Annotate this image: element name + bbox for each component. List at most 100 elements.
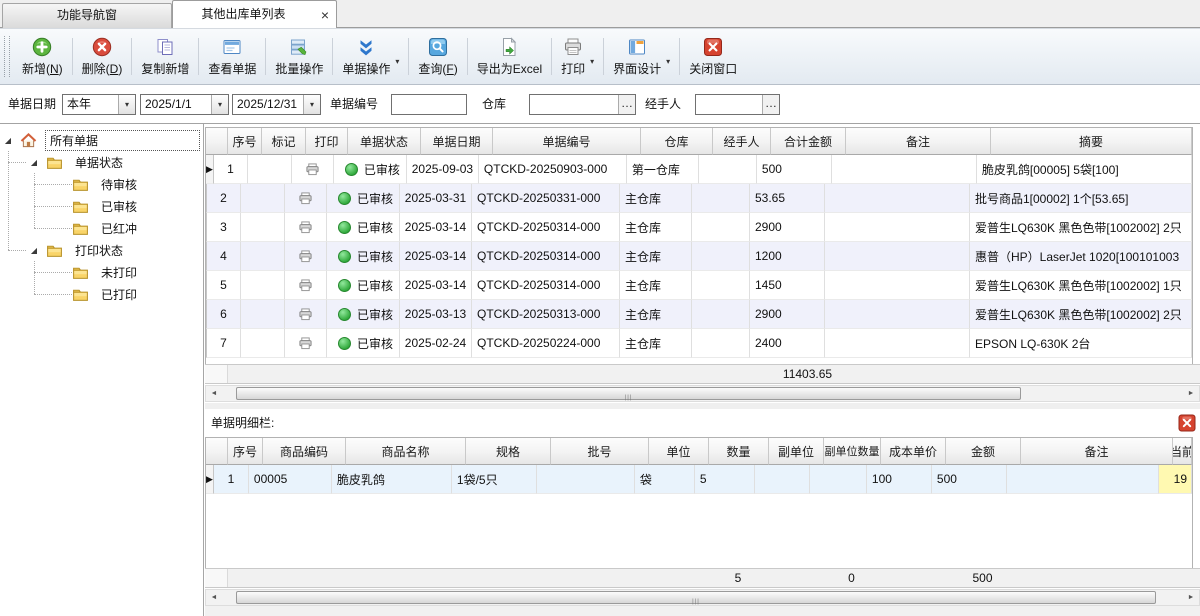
cell-product-name[interactable]: 脆皮乳鸽 [332, 465, 452, 494]
doc-no-input[interactable] [392, 95, 466, 114]
scroll-right-arrow-icon[interactable]: ► [1183, 590, 1199, 605]
col-product-code[interactable]: 商品编码 [263, 438, 346, 465]
col-doc-no[interactable]: 单据编号 [493, 128, 641, 155]
cell-remark[interactable] [1007, 465, 1159, 494]
cell-handler[interactable] [692, 213, 750, 242]
ellipsis-picker-button[interactable]: … [762, 95, 779, 114]
cell-amount[interactable]: 2900 [750, 213, 825, 242]
chevron-down-icon[interactable]: ▾ [590, 57, 594, 66]
close-icon[interactable]: × [321, 8, 329, 22]
cell-remark[interactable] [825, 184, 970, 213]
tree-node-label[interactable]: 已打印 [97, 285, 141, 304]
scrollbar-thumb[interactable]: ||| [236, 591, 1156, 604]
cell-status[interactable]: 已审核 [334, 155, 407, 184]
cell-status[interactable]: 已审核 [327, 329, 400, 358]
cell-amount[interactable]: 500 [757, 155, 832, 184]
col-total-amount[interactable]: 合计金额 [771, 128, 846, 155]
cell-doc-no[interactable]: QTCKD-20250314-000 [472, 242, 620, 271]
cell-seq[interactable]: 7 [207, 329, 241, 358]
cell-summary[interactable]: 脆皮乳鸽[00005] 5袋[100] [977, 155, 1192, 184]
delete-button[interactable]: 删除(D) [74, 32, 131, 81]
cell-warehouse[interactable]: 主仓库 [620, 271, 692, 300]
cell-seq[interactable]: 4 [207, 242, 241, 271]
toolbar-grip-handle[interactable] [4, 36, 10, 77]
cell-summary[interactable]: 爱普生LQ630K 黑色色带[1002002] 1只 [970, 271, 1192, 300]
cell-summary[interactable]: EPSON LQ-630K 2台 [970, 329, 1192, 358]
cell-handler[interactable] [699, 155, 757, 184]
cell-doc-no[interactable]: QTCKD-20250314-000 [472, 271, 620, 300]
col-unit[interactable]: 单位 [649, 438, 709, 465]
cell-seq[interactable]: 1 [214, 465, 249, 494]
scrollbar-thumb[interactable]: ||| [236, 387, 1021, 400]
cell-handler[interactable] [692, 300, 750, 329]
cell-doc-no[interactable]: QTCKD-20250314-000 [472, 213, 620, 242]
export-excel-button[interactable]: 导出为Excel [469, 32, 550, 81]
col-qty[interactable]: 数量 [709, 438, 769, 465]
table-row[interactable]: 3 已审核 2025-03-14 QTCKD-20250314-000 主仓库 … [206, 213, 1192, 242]
cell-handler[interactable] [692, 271, 750, 300]
new-button[interactable]: 新增(N) [14, 32, 71, 81]
cell-remark[interactable] [825, 329, 970, 358]
detail-hscrollbar[interactable]: ◄ ||| ► [205, 589, 1200, 606]
cell-doc-no[interactable]: QTCKD-20250331-000 [472, 184, 620, 213]
ellipsis-picker-button[interactable]: … [618, 95, 635, 114]
close-detail-icon[interactable] [1178, 414, 1196, 432]
cell-qty[interactable]: 5 [695, 465, 755, 494]
chevron-down-icon[interactable]: ▾ [395, 57, 399, 66]
scroll-left-arrow-icon[interactable]: ◄ [206, 386, 222, 401]
cell-date[interactable]: 2025-03-14 [400, 213, 472, 242]
tree-node-doc-status[interactable]: ◢ 单据状态 [28, 151, 203, 173]
cell-mark[interactable] [241, 329, 285, 358]
tree-node-label[interactable]: 未打印 [97, 263, 141, 282]
col-handler[interactable]: 经手人 [713, 128, 771, 155]
detail-row[interactable]: ▶ 1 00005 脆皮乳鸽 1袋/5只 袋 5 100 500 19 [206, 465, 1192, 494]
cell-print[interactable] [285, 300, 327, 329]
cell-unit[interactable]: 袋 [635, 465, 695, 494]
cell-doc-no[interactable]: QTCKD-20250903-000 [479, 155, 627, 184]
cell-remark[interactable] [825, 242, 970, 271]
col-remark[interactable]: 备注 [846, 128, 991, 155]
cell-date[interactable]: 2025-03-31 [400, 184, 472, 213]
table-row[interactable]: ▶ 1 已审核 2025-09-03 QTCKD-20250903-000 第一… [206, 155, 1192, 184]
tree-node-red-flushed[interactable]: 已红冲 [72, 217, 203, 239]
cell-status[interactable]: 已审核 [327, 242, 400, 271]
tab-other-outbound-list[interactable]: 其他出库单列表 × [172, 0, 337, 28]
cell-summary[interactable]: 爱普生LQ630K 黑色色带[1002002] 2只 [970, 213, 1192, 242]
tree-node-label[interactable]: 待审核 [97, 175, 141, 194]
cell-warehouse[interactable]: 主仓库 [620, 329, 692, 358]
cell-mark[interactable] [241, 300, 285, 329]
cell-summary[interactable]: 惠普（HP）LaserJet 1020[100101003 [970, 242, 1192, 271]
col-current-stock[interactable]: 当前 [1173, 438, 1192, 465]
cell-handler[interactable] [692, 184, 750, 213]
cell-amount[interactable]: 500 [932, 465, 1007, 494]
cell-seq[interactable]: 5 [207, 271, 241, 300]
cell-mark[interactable] [241, 213, 285, 242]
cell-product-code[interactable]: 00005 [249, 465, 332, 494]
cell-spec[interactable]: 1袋/5只 [452, 465, 537, 494]
cell-doc-no[interactable]: QTCKD-20250224-000 [472, 329, 620, 358]
col-seq[interactable]: 序号 [228, 438, 263, 465]
date-to-select[interactable]: 2025/12/31 ▾ [232, 94, 321, 115]
col-status[interactable]: 单据状态 [348, 128, 421, 155]
query-toolbar-button[interactable]: 查询(F) [410, 32, 465, 81]
col-cost-price[interactable]: 成本单价 [881, 438, 946, 465]
cell-status[interactable]: 已审核 [327, 213, 400, 242]
tree-node-label[interactable]: 所有单据 [45, 130, 200, 151]
cell-print[interactable] [285, 271, 327, 300]
view-document-button[interactable]: 查看单据 [200, 32, 264, 81]
cell-mark[interactable] [241, 184, 285, 213]
print-button[interactable]: 打印 ▾ [553, 32, 602, 81]
table-row[interactable]: 7 已审核 2025-02-24 QTCKD-20250224-000 主仓库 … [206, 329, 1192, 358]
cell-date[interactable]: 2025-02-24 [400, 329, 472, 358]
handler-input[interactable] [696, 95, 762, 114]
col-mark[interactable]: 标记 [262, 128, 306, 155]
cell-summary[interactable]: 爱普生LQ630K 黑色色带[1002002] 2只 [970, 300, 1192, 329]
date-preset-select[interactable]: 本年 ▾ [62, 94, 136, 115]
chevron-down-icon[interactable]: ▾ [303, 95, 320, 114]
cell-cost-price[interactable]: 100 [867, 465, 932, 494]
expander-icon[interactable]: ◢ [28, 246, 40, 255]
col-sub-qty[interactable]: 副单位数量 [824, 438, 881, 465]
cell-handler[interactable] [692, 242, 750, 271]
chevron-down-icon[interactable]: ▾ [118, 95, 135, 114]
ui-design-button[interactable]: 界面设计 ▾ [605, 32, 678, 81]
